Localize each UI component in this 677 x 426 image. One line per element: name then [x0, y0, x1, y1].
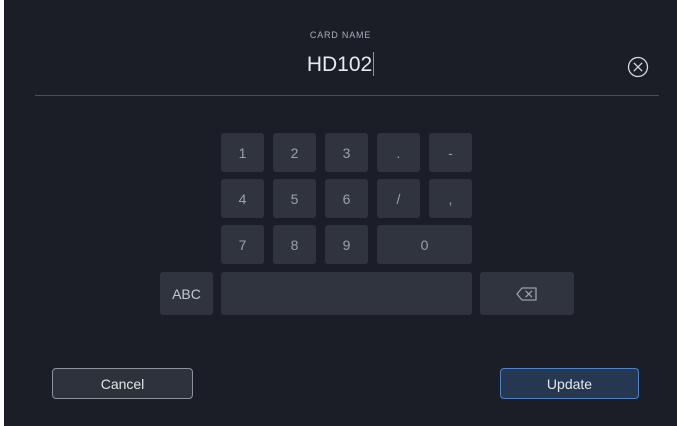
- field-label: CARD NAME: [309, 30, 372, 40]
- key-slash[interactable]: /: [377, 179, 420, 218]
- card-name-dialog: CARD NAME HD102 1 2 3 . - 4 5 6 / , 7 8 …: [4, 0, 677, 426]
- space-key[interactable]: [221, 272, 472, 315]
- clear-text-button[interactable]: [627, 56, 649, 78]
- key-period[interactable]: .: [377, 133, 420, 172]
- abc-keyboard-button[interactable]: ABC: [160, 272, 213, 315]
- key-9[interactable]: 9: [325, 225, 368, 264]
- key-0[interactable]: 0: [377, 225, 472, 264]
- key-4[interactable]: 4: [221, 179, 264, 218]
- key-5[interactable]: 5: [273, 179, 316, 218]
- card-name-input[interactable]: HD102: [4, 52, 677, 78]
- backspace-key[interactable]: [480, 272, 574, 315]
- card-name-value: HD102: [306, 53, 373, 76]
- key-6[interactable]: 6: [325, 179, 368, 218]
- key-3[interactable]: 3: [325, 133, 368, 172]
- key-7[interactable]: 7: [221, 225, 264, 264]
- key-1[interactable]: 1: [221, 133, 264, 172]
- update-button[interactable]: Update: [500, 368, 639, 399]
- key-hyphen[interactable]: -: [429, 133, 472, 172]
- key-8[interactable]: 8: [273, 225, 316, 264]
- divider: [35, 95, 659, 96]
- key-2[interactable]: 2: [273, 133, 316, 172]
- key-comma[interactable]: ,: [429, 179, 472, 218]
- close-circle-icon: [627, 56, 649, 78]
- text-caret: [373, 52, 375, 76]
- cancel-button[interactable]: Cancel: [52, 368, 193, 399]
- backspace-icon: [516, 286, 537, 301]
